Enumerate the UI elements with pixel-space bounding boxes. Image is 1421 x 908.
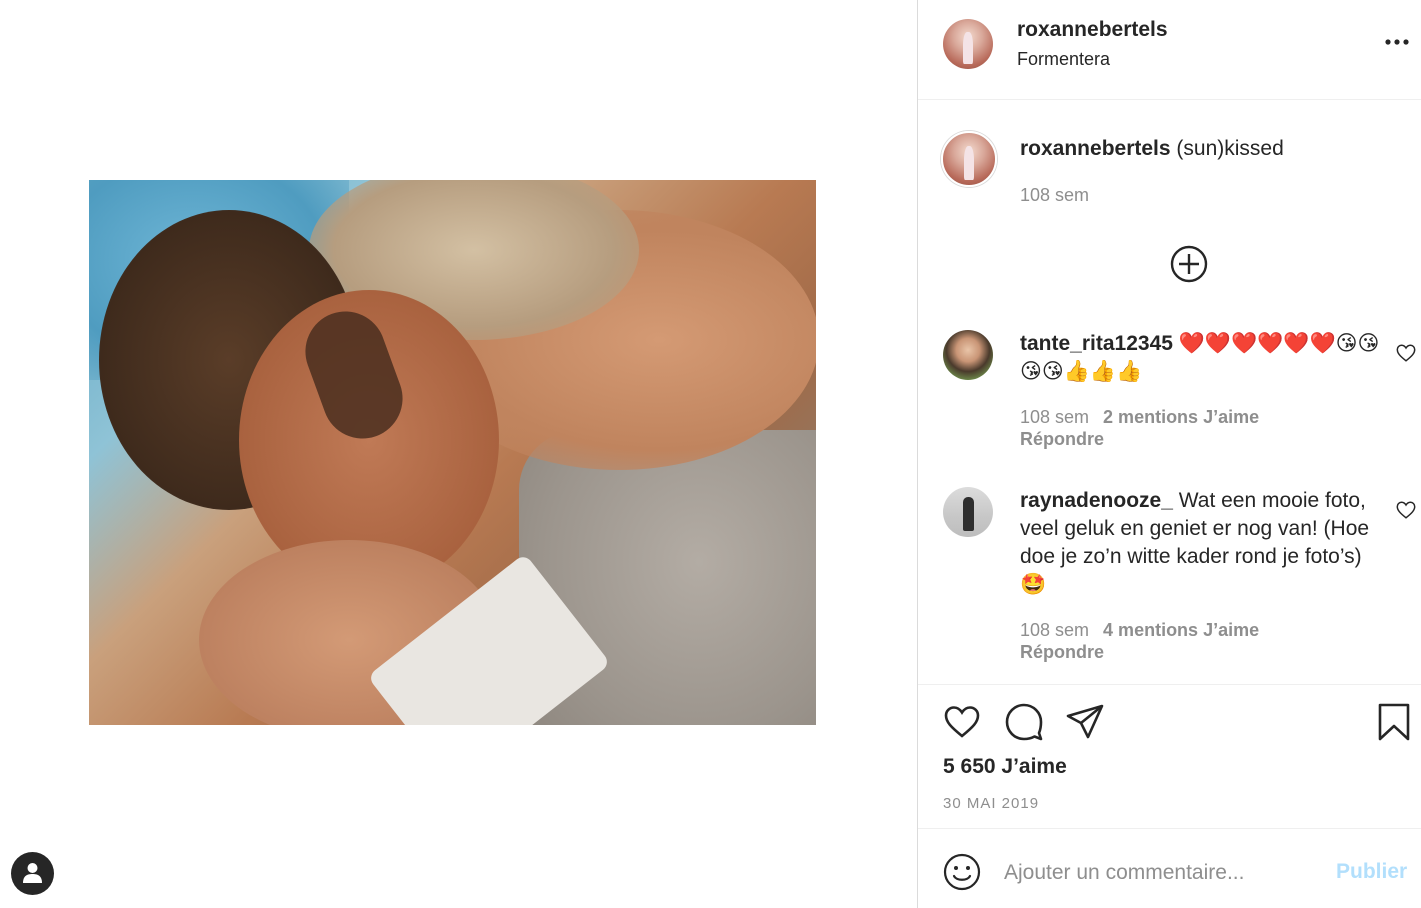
- comment-username[interactable]: tante_rita12345: [1020, 332, 1173, 355]
- heart-icon[interactable]: [942, 702, 982, 742]
- comment-timestamp[interactable]: 108 sem: [1020, 620, 1089, 640]
- publish-button[interactable]: Publier: [1336, 860, 1407, 884]
- post-actions: 5 650 J’aime 30 MAI 2019: [918, 684, 1421, 829]
- post-location[interactable]: Formentera: [1017, 49, 1110, 70]
- more-icon[interactable]: [1384, 32, 1410, 52]
- reply-button[interactable]: Répondre: [1020, 642, 1104, 663]
- author-username[interactable]: roxannebertels: [1017, 18, 1168, 42]
- commenter-avatar[interactable]: [943, 330, 993, 380]
- reply-button[interactable]: Répondre: [1020, 429, 1104, 450]
- comment-icon[interactable]: [1004, 702, 1044, 742]
- media-pane: [0, 0, 917, 908]
- comment-username[interactable]: raynadenooze_: [1020, 489, 1173, 512]
- add-comment-bar: Publier: [918, 830, 1421, 908]
- share-icon[interactable]: [1065, 702, 1105, 742]
- profile-button[interactable]: [11, 852, 54, 895]
- caption-avatar[interactable]: [941, 131, 997, 187]
- post-side-panel: roxannebertels Formentera roxannebertels…: [917, 0, 1421, 908]
- commenter-avatar[interactable]: [943, 487, 993, 537]
- comment-likes[interactable]: 2 mentions J’aime: [1103, 407, 1259, 427]
- heart-icon[interactable]: [1395, 342, 1417, 364]
- caption-timestamp[interactable]: 108 sem: [1020, 185, 1089, 206]
- likes-count[interactable]: 5 650 J’aime: [943, 755, 1067, 779]
- author-avatar[interactable]: [943, 19, 993, 69]
- heart-icon[interactable]: [1395, 499, 1417, 521]
- comment-likes[interactable]: 4 mentions J’aime: [1103, 620, 1259, 640]
- caption-username[interactable]: roxannebertels: [1020, 137, 1171, 160]
- add-circle-icon[interactable]: [1170, 245, 1208, 283]
- emoji-icon[interactable]: [943, 853, 981, 891]
- bookmark-icon[interactable]: [1374, 702, 1414, 742]
- profile-icon: [23, 863, 42, 883]
- post-photo[interactable]: [89, 180, 816, 725]
- comment-input[interactable]: [1004, 856, 1324, 890]
- post-header: roxannebertels Formentera: [918, 0, 1421, 100]
- comment-timestamp[interactable]: 108 sem: [1020, 407, 1089, 427]
- caption-text: (sun)kissed: [1176, 137, 1284, 160]
- post-date[interactable]: 30 MAI 2019: [943, 795, 1039, 812]
